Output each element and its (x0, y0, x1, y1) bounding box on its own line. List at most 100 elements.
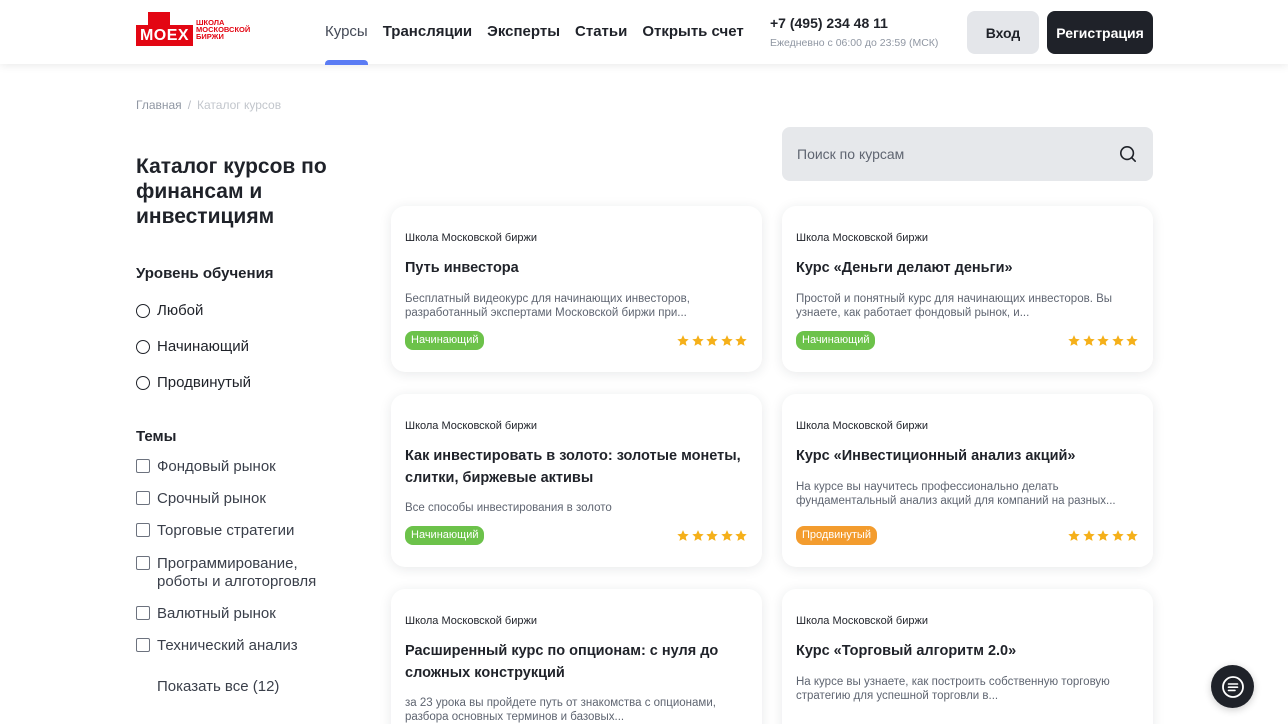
star-icon (1111, 530, 1124, 541)
page-title: Каталог курсов по финансам и инвестициям (136, 155, 327, 228)
moex-school-logo[interactable]: MOEX ШКОЛА МОСКОВСКОЙ БИРЖИ (136, 12, 266, 46)
star-icon (1111, 335, 1124, 346)
star-icon (1126, 335, 1138, 346)
radio-label: Любой (157, 302, 204, 319)
topic-checkbox-stock[interactable]: Фондовый рынок (136, 458, 276, 476)
course-card[interactable]: Школа Московской биржи Путь инвестора Бе… (391, 206, 762, 372)
star-icon (691, 335, 704, 346)
star-icon (735, 335, 747, 346)
breadcrumb-separator: / (187, 98, 192, 112)
checkbox-label: Фондовый рынок (157, 458, 276, 475)
breadcrumb: Главная / Каталог курсов (136, 98, 281, 112)
rating-stars (676, 529, 749, 543)
checkbox[interactable] (136, 459, 150, 473)
radio-label: Начинающий (157, 338, 250, 355)
main-nav: Курсы Трансляции Эксперты Статьи Открыть… (325, 0, 759, 65)
logo-square (148, 12, 170, 26)
topic-checkbox-currency[interactable]: Валютный рынок (136, 605, 276, 623)
radio-circle[interactable] (136, 339, 150, 354)
checkbox[interactable] (136, 523, 150, 537)
star-icon (1126, 530, 1138, 541)
contact-phone: +7 (495) 234 48 11 Ежедневно с 06:00 до … (770, 15, 938, 49)
level-badge: Начинающий (405, 331, 485, 350)
checkbox[interactable] (136, 606, 150, 620)
level-badge: Начинающий (796, 331, 876, 350)
chat-button[interactable] (1211, 665, 1254, 708)
course-description: Бесплатный видеокурс для начинающих инве… (405, 293, 690, 319)
radio-circle[interactable] (136, 303, 150, 318)
show-all-topics-link[interactable]: Показать все (12) (157, 678, 279, 695)
nav-open-account[interactable]: Открыть счет (642, 0, 743, 64)
course-title[interactable]: Путь инвестора (405, 257, 745, 279)
checkbox[interactable] (136, 556, 150, 570)
site-header: MOEX ШКОЛА МОСКОВСКОЙ БИРЖИ Курсы Трансл… (0, 0, 1288, 65)
course-search (782, 127, 1153, 181)
checkbox-label: Торговые стратегии (157, 522, 295, 539)
level-radio-any[interactable]: Любой (136, 302, 203, 319)
star-icon (691, 530, 704, 541)
course-org: Школа Московской биржи (405, 420, 537, 432)
checkbox-label: Технический анализ (157, 637, 298, 654)
checkbox[interactable] (136, 491, 150, 505)
star-icon (735, 530, 747, 541)
course-description: На курсе вы научитесь профессионально де… (796, 481, 1116, 507)
register-button[interactable]: Регистрация (1047, 11, 1153, 54)
star-icon (1082, 530, 1095, 541)
working-hours: Ежедневно с 06:00 до 23:59 (МСК) (770, 37, 939, 49)
search-input[interactable] (797, 127, 1097, 181)
search-icon[interactable] (1119, 145, 1137, 163)
star-icon (677, 530, 689, 541)
checkbox-label: Валютный рынок (157, 605, 276, 622)
course-org: Школа Московской биржи (796, 615, 928, 627)
course-title[interactable]: Курс «Деньги делают деньги» (796, 257, 1136, 279)
course-org: Школа Московской биржи (405, 232, 537, 244)
course-title[interactable]: Курс «Торговый алгоритм 2.0» (796, 640, 1136, 662)
nav-articles[interactable]: Статьи (575, 0, 627, 64)
checkbox-label: Срочный рынок (157, 490, 266, 507)
login-button[interactable]: Вход (967, 11, 1039, 54)
rating-stars (1067, 529, 1140, 543)
logo-line: БИРЖИ (196, 31, 224, 41)
course-org: Школа Московской биржи (796, 232, 928, 244)
star-icon (677, 335, 689, 346)
rating-stars (676, 334, 749, 348)
topic-checkbox-technical[interactable]: Технический анализ (136, 637, 298, 655)
level-filter-heading: Уровень обучения (136, 265, 274, 282)
level-radio-advanced[interactable]: Продвинутый (136, 374, 251, 391)
logo-text: ШКОЛА МОСКОВСКОЙ БИРЖИ (196, 18, 266, 41)
course-card[interactable]: Школа Московской биржи Курс «Инвестицион… (782, 394, 1153, 567)
star-icon (1097, 530, 1109, 541)
logo-mark: MOEX (136, 12, 193, 46)
phone-number[interactable]: +7 (495) 234 48 11 (770, 15, 938, 31)
topic-checkbox-programming[interactable]: Программирование, роботы и алготорговля (136, 555, 326, 591)
breadcrumb-current: Каталог курсов (197, 98, 282, 112)
nav-courses[interactable]: Курсы (325, 0, 368, 65)
course-title[interactable]: Как инвестировать в золото: золотые моне… (405, 445, 745, 489)
level-badge: Продвинутый (796, 526, 877, 545)
course-card[interactable]: Школа Московской биржи Как инвестировать… (391, 394, 762, 567)
course-description: На курсе вы узнаете, как построить собст… (796, 676, 1110, 702)
course-title[interactable]: Расширенный курс по опционам: с нуля до … (405, 640, 745, 684)
radio-circle[interactable] (136, 375, 150, 390)
course-card[interactable]: Школа Московской биржи Курс «Торговый ал… (782, 589, 1153, 724)
star-icon (1068, 335, 1080, 346)
checkbox[interactable] (136, 638, 150, 652)
course-description: Простой и понятный курс для начинающих и… (796, 293, 1113, 319)
topic-checkbox-derivatives[interactable]: Срочный рынок (136, 490, 266, 508)
rating-stars (1067, 334, 1140, 348)
course-card[interactable]: Школа Московской биржи Расширенный курс … (391, 589, 762, 724)
nav-experts[interactable]: Эксперты (487, 0, 560, 64)
topic-checkbox-strategies[interactable]: Торговые стратегии (136, 522, 294, 540)
course-title[interactable]: Курс «Инвестиционный анализ акций» (796, 445, 1136, 467)
checkbox-label: Программирование, роботы и алготорговля (157, 555, 317, 590)
star-icon (706, 335, 718, 346)
star-icon (1097, 335, 1109, 346)
chat-icon (1221, 675, 1244, 698)
star-icon (720, 530, 733, 541)
breadcrumb-home[interactable]: Главная (136, 98, 182, 112)
nav-broadcasts[interactable]: Трансляции (383, 0, 472, 64)
star-icon (1068, 530, 1080, 541)
course-card[interactable]: Школа Московской биржи Курс «Деньги дела… (782, 206, 1153, 372)
course-description: Все способы инвестирования в золото (405, 502, 612, 514)
level-radio-beginner[interactable]: Начинающий (136, 338, 249, 355)
